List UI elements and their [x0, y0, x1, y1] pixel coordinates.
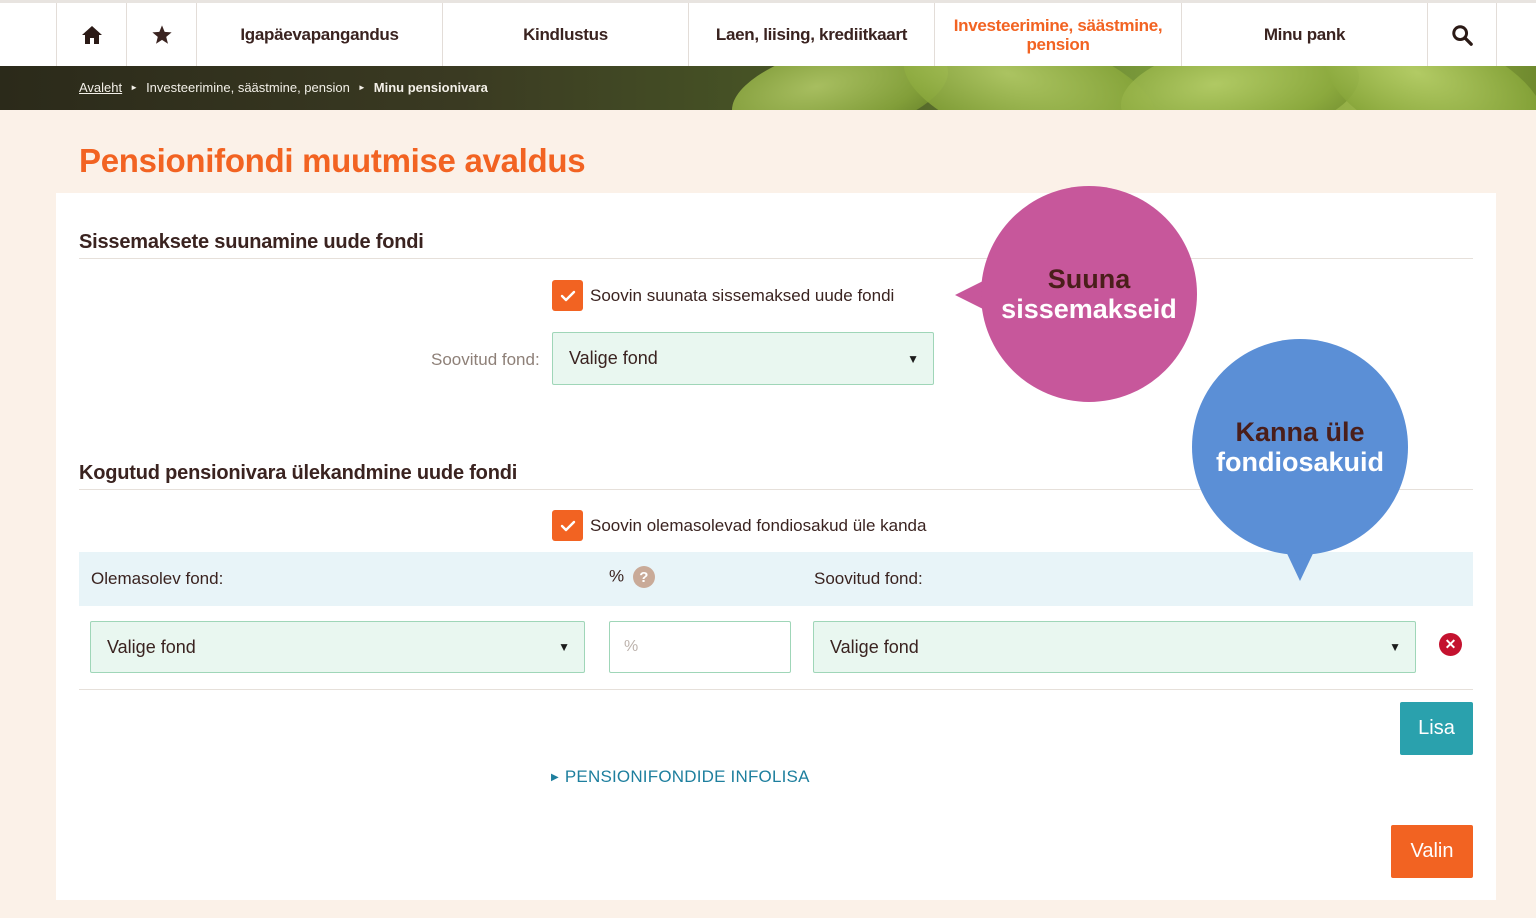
- callout-blue-line1: Kanna üle: [1235, 417, 1365, 447]
- nav-item-investeerimine[interactable]: Investeerimine, säästmine, pension: [934, 3, 1181, 66]
- star-icon: [151, 24, 172, 44]
- callout-blue-line2: fondiosakuid: [1216, 447, 1384, 477]
- col-percent: % ?: [609, 566, 655, 588]
- nav-item-minu-pank[interactable]: Minu pank: [1181, 3, 1427, 66]
- target-fund-value: Valige fond: [830, 636, 919, 657]
- page-title: Pensionifondi muutmise avaldus: [79, 142, 586, 179]
- breadcrumb-banner: Avaleht ► Investeerimine, säästmine, pen…: [0, 66, 1536, 110]
- transfer-units-checkbox[interactable]: [552, 510, 583, 541]
- divider: [79, 689, 1473, 690]
- desired-fund-select[interactable]: Valige fond ▼: [552, 332, 934, 385]
- callout-redirect-contributions: Suuna sissemakseid: [981, 186, 1197, 402]
- transfer-table-header: Olemasolev fond: % ? Soovitud fond:: [79, 552, 1473, 606]
- existing-fund-value: Valige fond: [107, 636, 196, 657]
- col-existing-fund: Olemasolev fond:: [91, 569, 224, 588]
- callout-pink-line2: sissemakseid: [1001, 294, 1177, 324]
- favorites-nav-button[interactable]: [126, 3, 196, 66]
- chevron-down-icon: ▼: [1389, 640, 1401, 654]
- existing-fund-select[interactable]: Valige fond ▼: [90, 621, 585, 673]
- fund-info-link[interactable]: ▶ PENSIONIFONDIDE INFOLISA: [551, 767, 810, 787]
- home-icon: [81, 25, 102, 44]
- breadcrumb-separator-icon: ►: [130, 83, 139, 92]
- breadcrumb-home-link[interactable]: Avaleht: [79, 80, 122, 95]
- percent-placeholder: %: [624, 638, 639, 655]
- remove-row-icon[interactable]: ✕: [1439, 633, 1462, 656]
- submit-button[interactable]: Valin: [1391, 825, 1473, 878]
- col-percent-label: %: [609, 566, 625, 586]
- nav-item-igapaevapangandus[interactable]: Igapäevapangandus: [196, 3, 442, 66]
- percent-input[interactable]: %: [609, 621, 791, 673]
- col-target-fund: Soovitud fond:: [814, 569, 923, 588]
- nav-item-laen[interactable]: Laen, liising, krediitkaart: [688, 3, 934, 66]
- callout-pink-line1: Suuna: [1047, 264, 1131, 294]
- home-nav-button[interactable]: [56, 3, 126, 66]
- breadcrumb-current: Minu pensionivara: [373, 80, 488, 95]
- chevron-down-icon: ▼: [558, 640, 570, 654]
- desired-fund-value: Valige fond: [569, 348, 658, 368]
- add-row-button[interactable]: Lisa: [1400, 702, 1473, 755]
- target-fund-select[interactable]: Valige fond ▼: [813, 621, 1416, 673]
- desired-fund-label: Soovitud fond:: [431, 350, 540, 369]
- redirect-contributions-checkbox[interactable]: [552, 280, 583, 311]
- checkmark-icon: [560, 520, 575, 531]
- section-heading-transfer: Kogutud pensionivara ülekandmine uude fo…: [79, 462, 518, 484]
- breadcrumb-separator-icon: ►: [357, 83, 366, 92]
- fund-info-link-label: PENSIONIFONDIDE INFOLISA: [564, 767, 810, 786]
- top-navigation: Igapäevapangandus Kindlustus Laen, liisi…: [0, 0, 1536, 66]
- nav-item-kindlustus[interactable]: Kindlustus: [442, 3, 688, 66]
- help-icon[interactable]: ?: [632, 566, 655, 588]
- redirect-contributions-label: Soovin suunata sissemaksed uude fondi: [590, 286, 895, 305]
- search-button[interactable]: [1427, 3, 1497, 66]
- chevron-down-icon: ▼: [907, 351, 919, 366]
- caret-right-icon: ▶: [551, 772, 559, 784]
- transfer-units-label: Soovin olemasolevad fondiosakud üle kand…: [590, 516, 927, 535]
- search-icon: [1452, 24, 1473, 46]
- checkmark-icon: [560, 290, 575, 301]
- breadcrumb-section-link[interactable]: Investeerimine, säästmine, pension: [146, 80, 350, 95]
- section-heading-contributions: Sissemaksete suunamine uude fondi: [79, 231, 424, 253]
- callout-transfer-units: Kanna üle fondiosakuid: [1192, 339, 1408, 555]
- breadcrumb: Avaleht ► Investeerimine, säästmine, pen…: [79, 80, 488, 95]
- divider: [79, 258, 1473, 259]
